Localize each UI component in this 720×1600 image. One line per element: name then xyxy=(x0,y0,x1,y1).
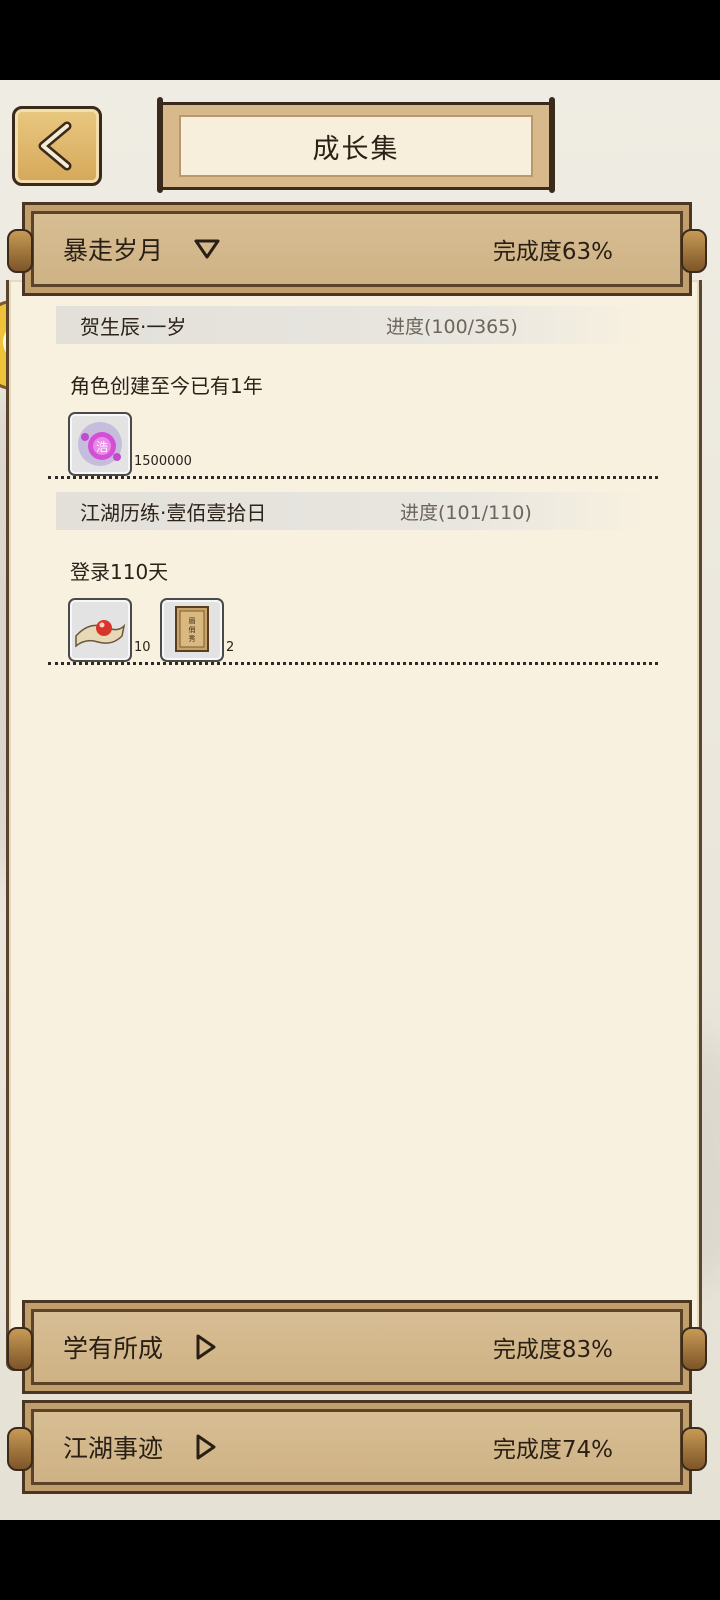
triangle-down-icon[interactable] xyxy=(193,205,221,293)
category-name: 学有所成 xyxy=(63,1334,164,1363)
task-description: 登录110天 xyxy=(70,560,169,584)
reward-item[interactable]: 眉 俏 秀 xyxy=(160,598,224,662)
bar-knob-left xyxy=(7,1327,33,1371)
category-bar-jiang-hu-shi-ji[interactable]: 江湖事迹 完成度74% xyxy=(7,1400,707,1494)
task-title: 贺生辰·一岁 xyxy=(80,314,187,339)
category-completion: 完成度74% xyxy=(492,1437,613,1463)
svg-text:浩: 浩 xyxy=(96,440,108,454)
reward-count: 2 xyxy=(226,640,235,655)
purple-orb-icon: 浩 xyxy=(78,422,122,466)
back-button[interactable] xyxy=(12,106,102,186)
reward-item[interactable] xyxy=(68,598,132,662)
triangle-right-icon[interactable] xyxy=(193,1403,219,1491)
reward-count: 1500000 xyxy=(134,454,192,469)
task-description: 角色创建至今已有1年 xyxy=(70,374,263,398)
red-pearl-scroll-icon xyxy=(75,620,126,648)
growth-screen: 成长集 暴走岁月 完成度63% 贺生辰·一岁 进度(100/365) 角色创建至… xyxy=(0,80,720,1520)
reward-count: 10 xyxy=(134,640,151,655)
page-title: 成长集 xyxy=(312,133,400,165)
reward-item[interactable]: 浩 xyxy=(68,412,132,476)
title-plaque: 成长集 xyxy=(157,97,555,193)
bar-knob-right xyxy=(681,229,707,273)
scroll-rod-left xyxy=(157,97,163,193)
bar-knob-left xyxy=(7,229,33,273)
task-progress: 进度(100/365) xyxy=(386,315,518,338)
bar-knob-right xyxy=(681,1427,707,1471)
task-title: 江湖历练·壹佰壹拾日 xyxy=(80,500,267,525)
divider xyxy=(48,476,658,479)
category-name: 江湖事迹 xyxy=(63,1434,164,1463)
triangle-right-icon[interactable] xyxy=(193,1303,219,1391)
divider xyxy=(48,662,658,665)
task-progress: 进度(101/110) xyxy=(400,501,532,524)
category-bar-bao-zou-sui-yue[interactable]: 暴走岁月 完成度63% xyxy=(7,202,707,296)
task-header: 贺生辰·一岁 进度(100/365) xyxy=(56,306,646,344)
category-bar-xue-you-suo-cheng[interactable]: 学有所成 完成度83% xyxy=(7,1300,707,1394)
category-completion: 完成度63% xyxy=(492,239,613,265)
chevron-left-icon xyxy=(38,121,72,171)
scroll-rod-right xyxy=(549,97,555,193)
category-completion: 完成度83% xyxy=(492,1337,613,1363)
svg-text:俏: 俏 xyxy=(189,625,196,634)
svg-text:秀: 秀 xyxy=(189,634,196,643)
book-icon: 眉 俏 秀 xyxy=(175,606,209,652)
task-header: 江湖历练·壹佰壹拾日 进度(101/110) xyxy=(56,492,646,530)
bar-knob-left xyxy=(7,1427,33,1471)
category-name: 暴走岁月 xyxy=(63,236,164,265)
bar-knob-right xyxy=(681,1327,707,1371)
svg-text:眉: 眉 xyxy=(189,617,196,625)
